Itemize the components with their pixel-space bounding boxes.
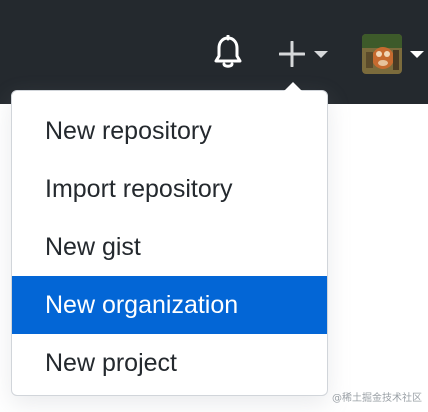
create-new-dropdown: New repository Import repository New gis… bbox=[11, 82, 328, 396]
caret-down-icon bbox=[314, 51, 328, 58]
menu-item-new-repository[interactable]: New repository bbox=[12, 102, 327, 160]
create-new-button[interactable] bbox=[274, 34, 336, 74]
bell-icon bbox=[213, 34, 243, 74]
dropdown-pointer bbox=[284, 82, 302, 91]
menu-item-import-repository[interactable]: Import repository bbox=[12, 160, 327, 218]
user-menu-button[interactable] bbox=[358, 32, 428, 78]
avatar bbox=[362, 34, 402, 74]
top-header bbox=[0, 0, 428, 104]
caret-down-icon bbox=[410, 51, 424, 58]
menu-item-new-project[interactable]: New project bbox=[12, 334, 327, 392]
menu-item-new-gist[interactable]: New gist bbox=[12, 218, 327, 276]
notifications-button[interactable] bbox=[208, 34, 248, 74]
watermark: @稀土掘金技术社区 bbox=[332, 393, 422, 404]
menu-item-new-organization[interactable]: New organization bbox=[12, 276, 327, 334]
plus-icon bbox=[278, 40, 306, 72]
